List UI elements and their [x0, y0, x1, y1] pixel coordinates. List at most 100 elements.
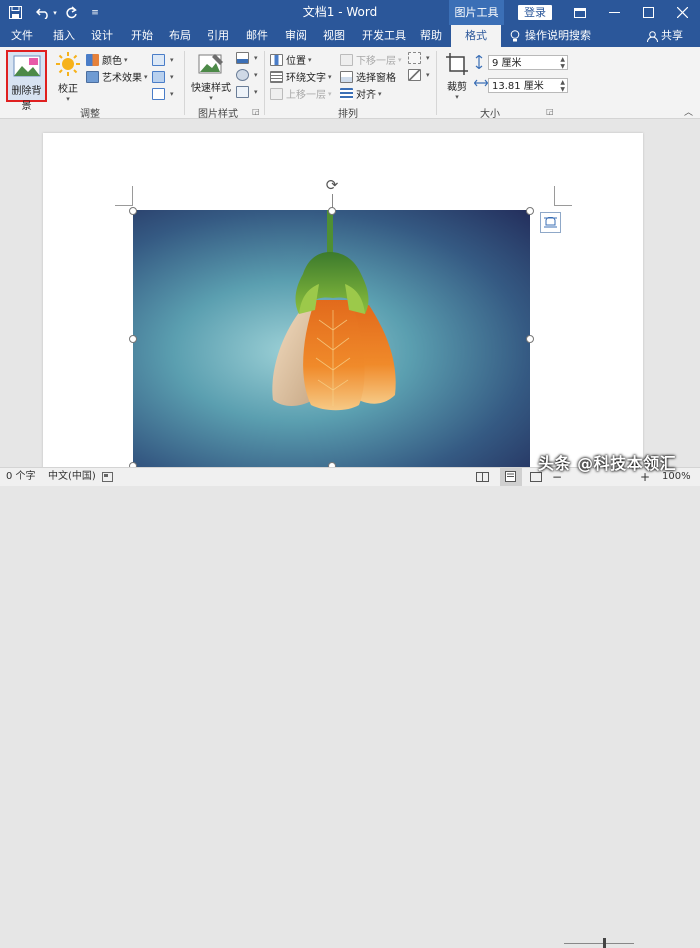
ribbon-display-options-icon[interactable]	[563, 0, 596, 25]
separator	[436, 51, 437, 115]
corrections-button[interactable]: 校正 ▾	[54, 50, 82, 103]
width-spinner[interactable]: ▲ ▼	[560, 79, 565, 93]
collapse-ribbon-icon[interactable]: ︿	[684, 105, 693, 118]
position-icon	[270, 53, 283, 66]
customize-qat-icon[interactable]: ≡	[86, 4, 104, 21]
maximize-icon[interactable]	[632, 0, 665, 25]
word-count[interactable]: 0 个字	[6, 468, 36, 486]
width-icon	[473, 78, 489, 92]
rotate-objects-icon	[408, 69, 421, 81]
width-input[interactable]: 13.81 厘米 ▲ ▼	[488, 78, 568, 93]
height-spinner[interactable]: ▲ ▼	[560, 56, 565, 70]
tab-insert[interactable]: 插入	[46, 25, 82, 47]
separator	[184, 51, 185, 115]
picture-effects-button[interactable]: ▾	[236, 69, 258, 81]
rotate-handle-icon[interactable]: ⟳	[323, 176, 341, 194]
width-value: 13.81 厘米	[492, 81, 544, 92]
picture-tools-label: 图片工具	[449, 0, 504, 25]
tab-view[interactable]: 视图	[316, 25, 352, 47]
share-button[interactable]: 共享	[640, 25, 690, 47]
resize-handle-top-left[interactable]	[129, 207, 137, 215]
tab-mailings[interactable]: 邮件	[239, 25, 275, 47]
zoom-slider-track[interactable]	[564, 943, 634, 944]
group-objects-button[interactable]: ▾	[408, 52, 430, 64]
layout-options-button[interactable]	[540, 212, 561, 233]
wrap-text-button[interactable]: 环绕文字 ▾	[270, 69, 332, 84]
artistic-effects-label: 艺术效果	[102, 73, 142, 84]
tab-home[interactable]: 开始	[124, 25, 160, 47]
compress-pictures-icon	[152, 54, 165, 66]
selection-pane-icon	[340, 70, 353, 83]
reset-picture-button[interactable]: ▾	[152, 88, 174, 100]
adjust-group-label: 调整	[80, 109, 100, 120]
crop-button[interactable]: 裁剪 ▾	[442, 50, 472, 102]
position-button[interactable]: 位置 ▾	[270, 52, 312, 67]
remove-background-button[interactable]: 删除背景	[6, 50, 47, 112]
remove-background-icon	[13, 55, 41, 77]
picture-border-button[interactable]: ▾	[236, 52, 258, 64]
change-picture-icon	[152, 71, 165, 83]
reset-picture-icon	[152, 88, 165, 100]
tab-developer[interactable]: 开发工具	[356, 25, 412, 47]
resize-handle-top-right[interactable]	[526, 207, 534, 215]
lightbulb-icon	[510, 30, 520, 42]
quick-styles-label: 快速样式	[191, 83, 231, 94]
bring-forward-label: 上移一层	[286, 90, 326, 101]
tab-design[interactable]: 设计	[84, 25, 120, 47]
align-label: 对齐	[356, 90, 376, 101]
remove-background-label: 删除背景	[11, 86, 42, 112]
align-icon	[340, 87, 353, 100]
separator	[264, 51, 265, 115]
group-objects-icon	[408, 52, 421, 64]
save-icon[interactable]	[6, 4, 24, 21]
send-backward-label: 下移一层	[356, 56, 396, 67]
tab-file[interactable]: 文件	[4, 25, 40, 47]
color-icon	[86, 53, 99, 66]
print-layout-icon[interactable]	[500, 468, 522, 486]
artistic-effects-button[interactable]: 艺术效果 ▾	[86, 69, 148, 84]
close-icon[interactable]	[666, 0, 699, 25]
tab-review[interactable]: 审阅	[278, 25, 314, 47]
share-label: 共享	[661, 29, 683, 42]
macro-icon[interactable]	[102, 468, 113, 489]
send-backward-icon	[340, 53, 353, 66]
read-mode-icon[interactable]	[476, 468, 489, 489]
tell-me-search[interactable]: 操作说明搜索	[506, 25, 606, 47]
compress-pictures-button[interactable]: ▾	[152, 54, 174, 66]
height-input[interactable]: 9 厘米 ▲ ▼	[488, 55, 568, 70]
minimize-icon[interactable]	[598, 0, 631, 25]
bring-forward-button[interactable]: 上移一层 ▾	[270, 86, 332, 101]
height-value: 9 厘米	[492, 58, 522, 69]
corrections-label: 校正	[58, 84, 78, 95]
quick-styles-icon	[198, 54, 223, 74]
tab-references[interactable]: 引用	[200, 25, 236, 47]
undo-dropdown-icon[interactable]: ▾	[50, 4, 60, 21]
picture-layout-button[interactable]: ▾	[236, 86, 258, 98]
selection-pane-button[interactable]: 选择窗格	[340, 69, 396, 84]
rotate-objects-button[interactable]: ▾	[408, 69, 430, 81]
size-launcher-icon[interactable]: ◲	[546, 107, 554, 116]
change-picture-button[interactable]: ▾	[152, 71, 174, 83]
resize-handle-left[interactable]	[129, 335, 137, 343]
quick-styles-button[interactable]: 快速样式 ▾	[188, 50, 234, 102]
tab-layout[interactable]: 布局	[162, 25, 198, 47]
crop-icon	[446, 53, 468, 75]
login-button[interactable]: 登录	[518, 5, 552, 20]
color-button[interactable]: 颜色 ▾	[86, 52, 128, 67]
tab-format[interactable]: 格式	[451, 25, 501, 47]
align-button[interactable]: 对齐 ▾	[340, 86, 382, 101]
tab-help[interactable]: 帮助	[414, 25, 448, 47]
redo-icon[interactable]	[62, 4, 80, 21]
resize-handle-right[interactable]	[526, 335, 534, 343]
resize-handle-top[interactable]	[328, 207, 336, 215]
selected-picture[interactable]	[133, 210, 530, 467]
language-status[interactable]: 中文(中国)	[48, 468, 96, 486]
picture-styles-launcher-icon[interactable]: ◲	[252, 107, 260, 116]
crop-label: 裁剪	[447, 82, 467, 93]
arrange-group-label: 排列	[338, 109, 358, 120]
send-backward-button[interactable]: 下移一层 ▾	[340, 52, 402, 67]
watermark-text: 头条 @科技本领汇	[538, 454, 677, 473]
tell-me-text: 操作说明搜索	[525, 29, 591, 42]
zoom-slider-thumb[interactable]	[603, 938, 606, 948]
margin-mark	[115, 205, 133, 206]
